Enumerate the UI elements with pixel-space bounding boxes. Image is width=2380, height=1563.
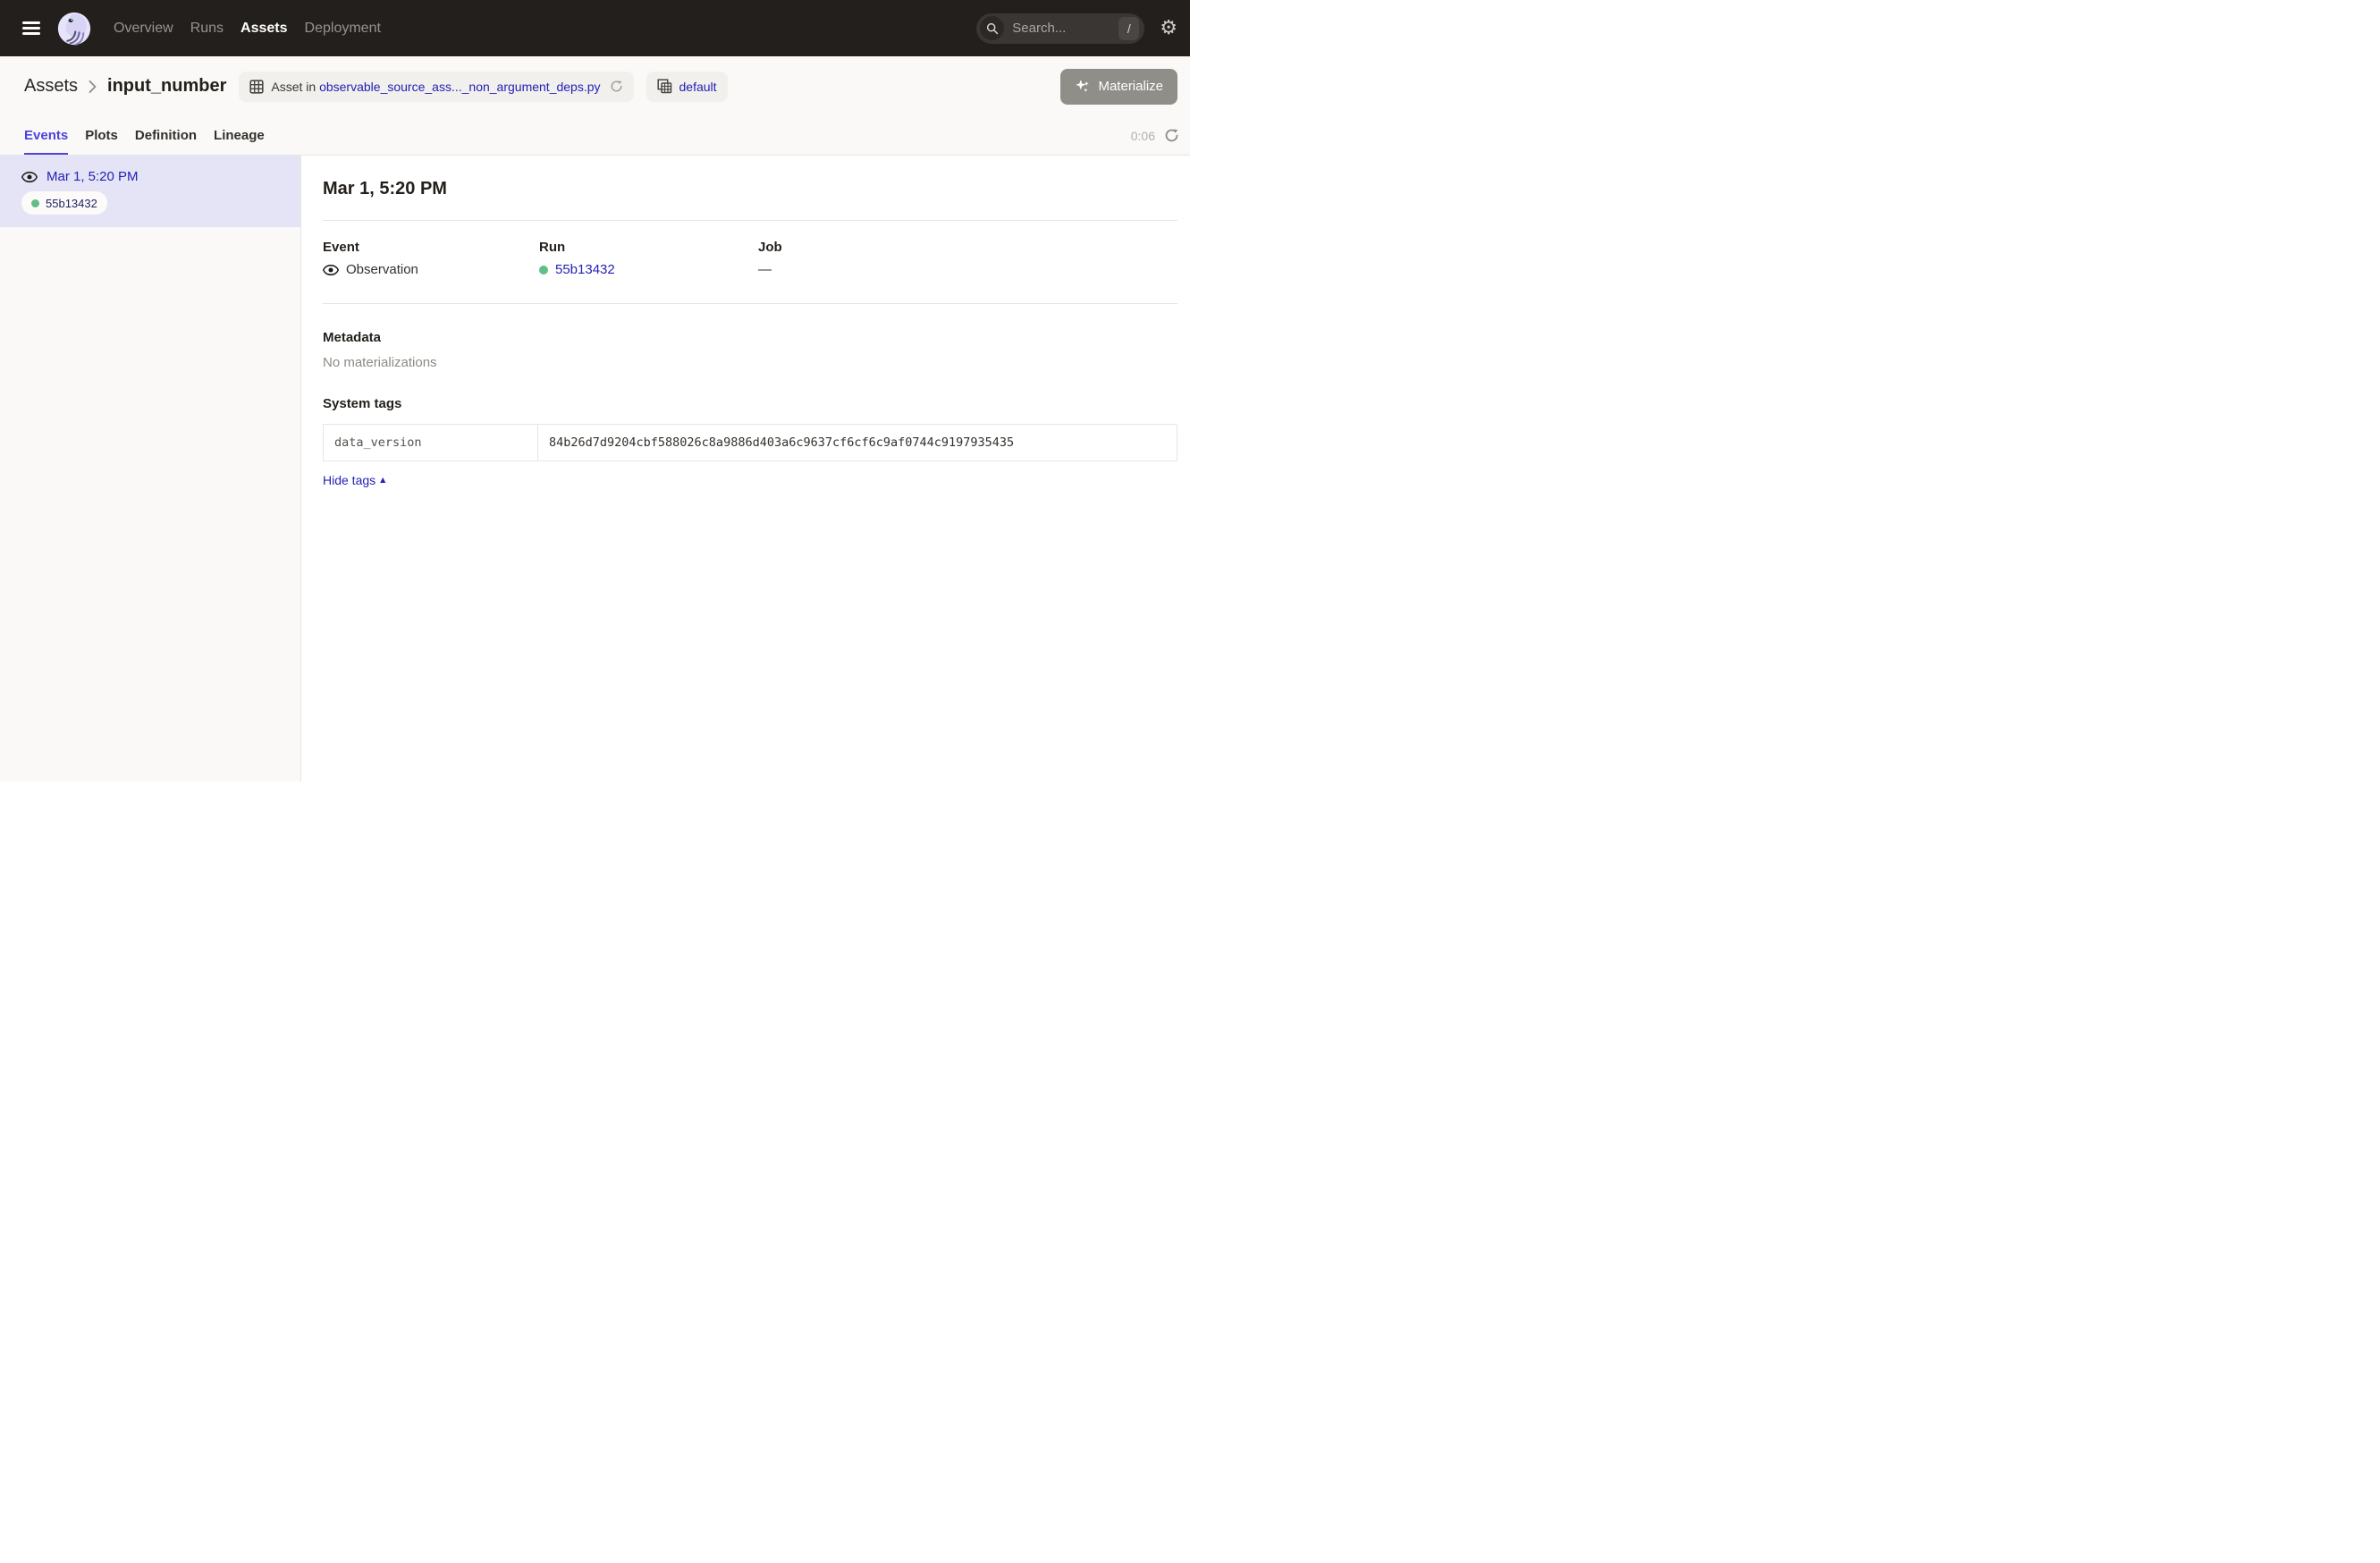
event-timestamp-link[interactable]: Mar 1, 5:20 PM [46,169,139,184]
run-id-link[interactable]: 55b13432 [555,262,615,277]
caret-up-icon: ▲ [380,477,385,484]
materialize-button[interactable]: Materialize [1060,69,1177,105]
run-column: Run 55b13432 [539,240,758,277]
tab-bar: Events Plots Definition Lineage 0:06 [0,116,1190,156]
dagster-logo-icon[interactable] [57,12,91,46]
event-column: Event Observation [323,240,539,277]
breadcrumb-assets-link[interactable]: Assets [24,76,78,97]
event-summary-columns: Event Observation Run 55b13432 [323,240,1177,277]
event-detail-title: Mar 1, 5:20 PM [323,179,1177,199]
hide-tags-link[interactable]: Hide tags ▲ [323,473,385,487]
job-column-label: Job [758,240,1177,255]
tag-key-cell: data_version [324,425,538,460]
reload-location-icon[interactable] [610,80,623,93]
code-location-link[interactable]: observable_source_ass..._non_argument_de… [319,80,600,94]
refresh-icon[interactable] [1164,128,1179,143]
nav-item-assets[interactable]: Assets [241,21,287,37]
event-list-item[interactable]: Mar 1, 5:20 PM 55b13432 [0,156,300,227]
refresh-countdown: 0:06 [1131,129,1155,143]
materialize-label: Materialize [1098,79,1163,94]
divider [323,220,1177,221]
job-column: Job — [758,240,1177,277]
system-tags-table: data_version 84b26d7d9204cbf588026c8a988… [323,424,1177,461]
tab-lineage[interactable]: Lineage [214,116,265,155]
gear-icon[interactable]: ⚙ [1160,19,1177,38]
search-bar[interactable]: / [976,13,1144,44]
event-column-label: Event [323,240,539,255]
tag-value-cell: 84b26d7d9204cbf588026c8a9886d403a6c9637c… [538,425,1177,460]
run-id-pill[interactable]: 55b13432 [21,191,107,215]
search-icon [980,16,1004,40]
observation-eye-icon [21,171,38,183]
table-grid-icon [249,80,264,94]
chevron-right-icon [89,80,97,94]
nav-item-overview[interactable]: Overview [114,21,173,37]
metadata-empty-message: No materializations [323,355,1177,370]
system-tags-heading: System tags [323,396,1177,411]
metadata-heading: Metadata [323,330,1177,345]
hamburger-menu-icon[interactable] [22,21,40,35]
tab-definition[interactable]: Definition [135,116,197,155]
run-status-dot [31,199,39,207]
page-title: input_number [107,76,226,97]
workspace-icon [657,79,672,94]
run-status-dot [539,266,548,275]
nav-menu: Overview Runs Assets Deployment [114,21,381,37]
job-value: — [758,262,772,277]
sparkle-icon [1075,79,1090,94]
asset-location-tag: Asset in observable_source_ass..._non_ar… [239,72,633,102]
divider [323,303,1177,304]
search-input[interactable] [1012,21,1118,36]
search-shortcut-badge: / [1118,17,1139,40]
hide-tags-label: Hide tags [323,473,376,487]
event-type-value: Observation [346,262,418,277]
top-nav: Overview Runs Assets Deployment / ⚙ [0,0,1190,56]
run-id-label: 55b13432 [46,197,97,210]
nav-item-deployment[interactable]: Deployment [305,21,381,37]
repo-default-link[interactable]: default [679,80,717,94]
observation-eye-icon [323,264,339,276]
asset-header: Assets input_number Asset in observable_… [0,56,1190,116]
tab-plots[interactable]: Plots [85,116,118,155]
run-column-label: Run [539,240,758,255]
app-window: Overview Runs Assets Deployment / ⚙ Asse… [0,0,1190,782]
asset-in-label: Asset in [271,80,316,94]
nav-item-runs[interactable]: Runs [190,21,224,37]
event-list-sidebar: Mar 1, 5:20 PM 55b13432 [0,156,301,782]
repo-tag: default [646,72,728,102]
event-detail-panel: Mar 1, 5:20 PM Event Observation Run [301,156,1190,782]
tab-events[interactable]: Events [24,116,68,155]
